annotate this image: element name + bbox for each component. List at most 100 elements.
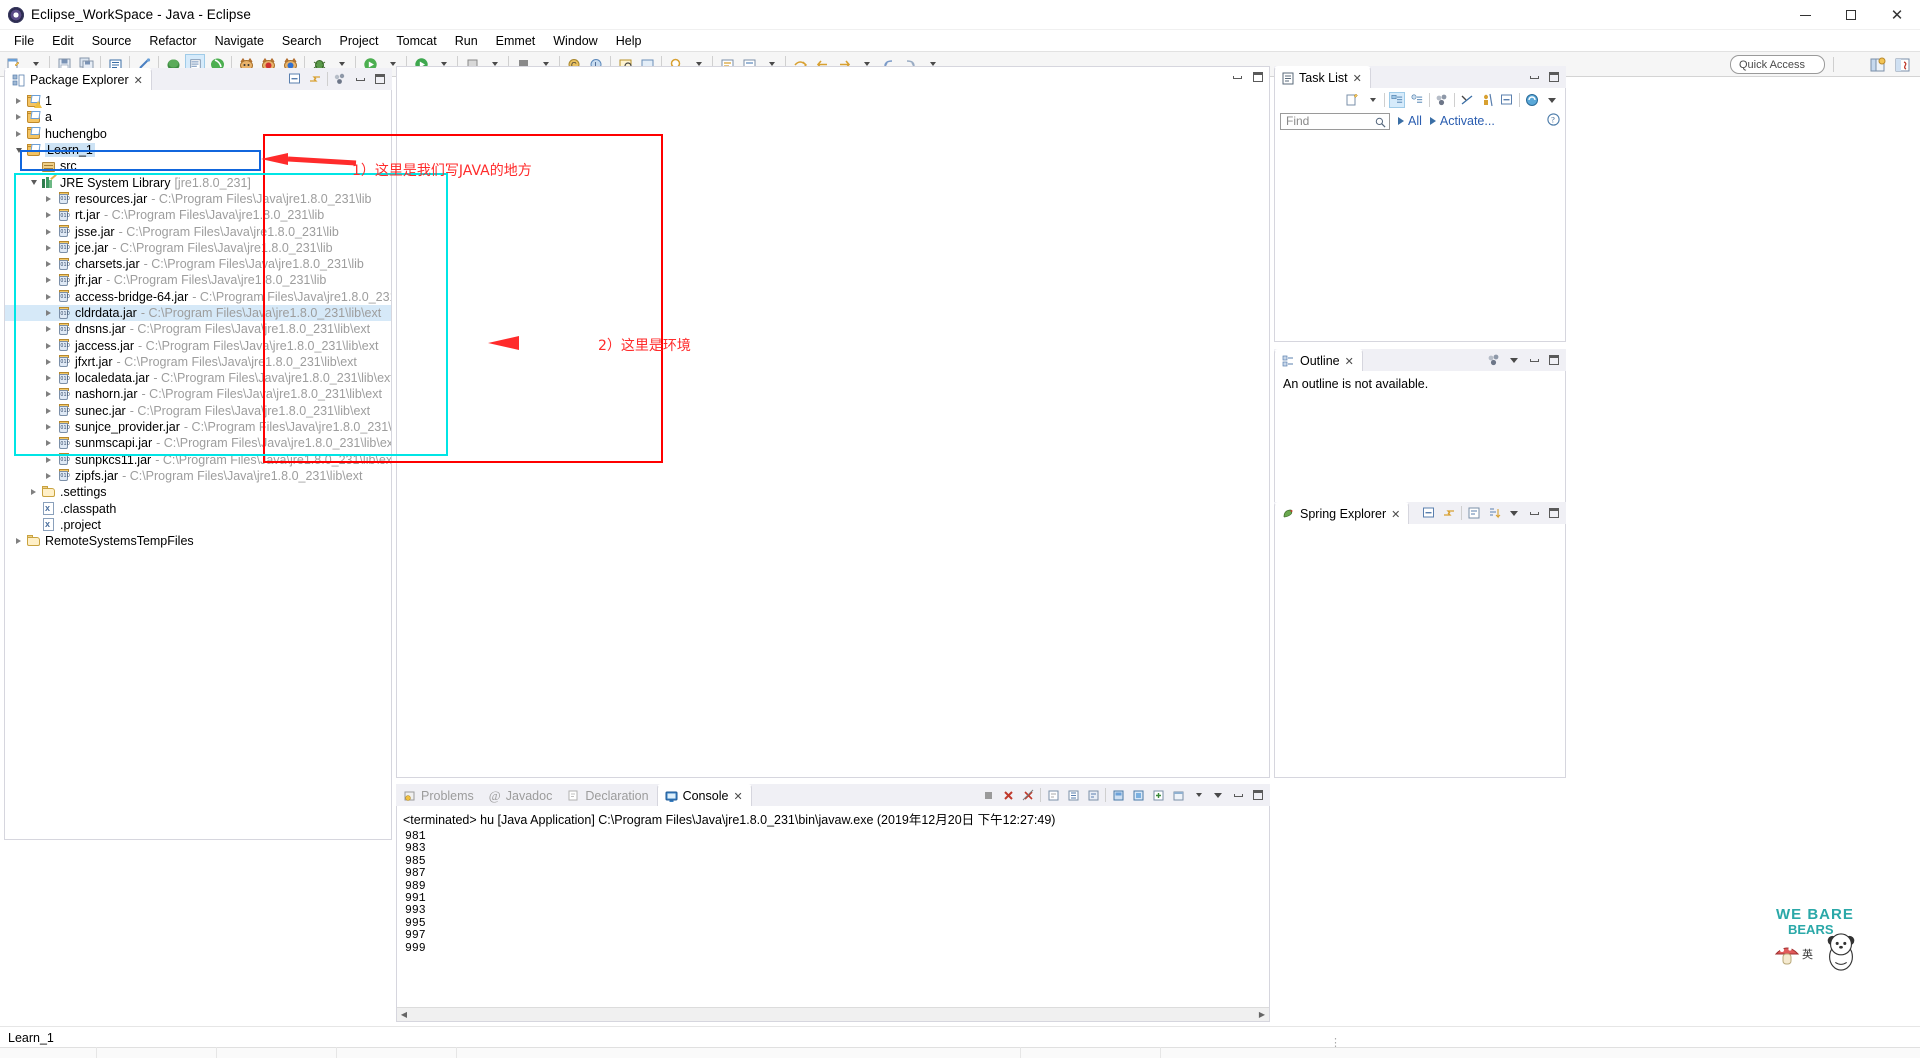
editor-minimize-icon[interactable] xyxy=(1229,69,1245,85)
chevron-right-icon[interactable] xyxy=(43,226,54,237)
new-console-view-icon[interactable] xyxy=(1150,787,1166,803)
menu-item-source[interactable]: Source xyxy=(83,32,141,50)
tree-row[interactable]: 010 resources.jar - C:\Program Files\Java\… xyxy=(5,191,391,207)
chevron-right-icon[interactable] xyxy=(43,373,54,384)
link-with-editor-icon[interactable] xyxy=(1441,505,1457,521)
tree-row[interactable]: 010 sunec.jar - C:\Program Files\Java\jre1… xyxy=(5,403,391,419)
tree-row[interactable]: 010 nashorn.jar - C:\Program Files\Java\jr… xyxy=(5,386,391,402)
view-menu-icon[interactable] xyxy=(1506,505,1522,521)
maximize-icon[interactable] xyxy=(1546,352,1562,368)
chevron-right-icon[interactable] xyxy=(13,536,24,547)
menu-item-navigate[interactable]: Navigate xyxy=(206,32,273,50)
menu-item-help[interactable]: Help xyxy=(607,32,651,50)
maximize-icon[interactable] xyxy=(1546,505,1562,521)
quick-access-input[interactable]: Quick Access xyxy=(1730,55,1825,74)
task-find-input[interactable]: Find xyxy=(1280,112,1390,130)
scroll-left-icon[interactable]: ◀ xyxy=(397,1008,411,1021)
maximize-button[interactable] xyxy=(1828,0,1874,30)
menu-item-search[interactable]: Search xyxy=(273,32,331,50)
chevron-down-icon[interactable] xyxy=(13,145,24,156)
close-icon[interactable]: ✕ xyxy=(1345,355,1354,368)
tree-row[interactable]: 010 jsse.jar - C:\Program Files\Java\jre1.… xyxy=(5,223,391,239)
maximize-icon[interactable] xyxy=(1250,787,1266,803)
filter-completed-tasks-icon[interactable] xyxy=(1459,92,1475,108)
filter-icon[interactable] xyxy=(1466,505,1482,521)
pin-console-icon[interactable] xyxy=(1110,787,1126,803)
chevron-right-icon[interactable] xyxy=(43,340,54,351)
tree-row[interactable]: 010 charsets.jar - C:\Program Files\Java\j… xyxy=(5,256,391,272)
display-selected-console-icon[interactable] xyxy=(1130,787,1146,803)
focus-icon[interactable] xyxy=(1486,352,1502,368)
filter-expand-icon[interactable] xyxy=(1398,117,1404,125)
tab-declaration[interactable]: Declaration xyxy=(560,784,657,806)
tree-row[interactable]: x .project xyxy=(5,517,391,533)
collapse-all-icon[interactable] xyxy=(287,71,303,87)
word-wrap-icon[interactable] xyxy=(1085,787,1101,803)
menu-item-project[interactable]: Project xyxy=(331,32,388,50)
close-button[interactable]: ✕ xyxy=(1874,0,1920,30)
taskbar-segment[interactable] xyxy=(1020,1047,1160,1058)
taskbar-segment[interactable] xyxy=(96,1047,216,1058)
tree-row[interactable]: 010 rt.jar - C:\Program Files\Java\jre1.8.… xyxy=(5,207,391,223)
chevron-right-icon[interactable] xyxy=(13,96,24,107)
chevron-right-icon[interactable] xyxy=(43,259,54,270)
synchronize-changed-icon[interactable] xyxy=(1524,92,1540,108)
focus-on-workweek-icon[interactable] xyxy=(1434,92,1450,108)
tree-row[interactable]: src xyxy=(5,158,391,174)
tree-row[interactable]: 010 cldrdata.jar - C:\Program Files\Java\j… xyxy=(5,304,391,322)
console-horizontal-scrollbar[interactable]: ◀ ▶ xyxy=(397,1007,1269,1021)
minimize-icon[interactable] xyxy=(1230,787,1246,803)
tree-row[interactable]: 1 xyxy=(5,93,391,109)
sort-icon[interactable] xyxy=(1486,505,1502,521)
categorized-presentation-icon[interactable] xyxy=(1389,92,1405,108)
minimize-icon[interactable] xyxy=(352,71,368,87)
tree-row[interactable]: 010 sunpkcs11.jar - C:\Program Files\Java\… xyxy=(5,452,391,468)
menu-item-window[interactable]: Window xyxy=(544,32,606,50)
tab-javadoc[interactable]: @ Javadoc xyxy=(481,784,561,806)
chevron-right-icon[interactable] xyxy=(43,454,54,465)
package-explorer-tree[interactable]: 1 a huchengbo Learn_1 src JRE System Library[… xyxy=(5,90,391,549)
chevron-down-icon[interactable] xyxy=(28,177,39,188)
tree-row[interactable]: 010 localedata.jar - C:\Program Files\Java… xyxy=(5,370,391,386)
tree-row[interactable]: 010 jfxrt.jar - C:\Program Files\Java\jre1… xyxy=(5,354,391,370)
terminate-icon[interactable] xyxy=(980,787,996,803)
chevron-right-icon[interactable] xyxy=(43,405,54,416)
maximize-icon[interactable] xyxy=(372,71,388,87)
tree-row[interactable]: 010 jaccess.jar - C:\Program Files\Java\jr… xyxy=(5,337,391,353)
collapse-all-icon[interactable] xyxy=(1499,92,1515,108)
console-body[interactable]: <terminated> hu [Java Application] C:\Pr… xyxy=(396,806,1270,1022)
open-perspective-icon[interactable] xyxy=(1867,55,1889,75)
chevron-right-icon[interactable] xyxy=(43,356,54,367)
new-task-dropdown-icon[interactable] xyxy=(1364,92,1380,108)
tab-console[interactable]: Console ✕ xyxy=(656,784,752,806)
chevron-right-icon[interactable] xyxy=(43,324,54,335)
tab-outline[interactable]: Outline ✕ xyxy=(1274,349,1363,371)
close-icon[interactable]: ✕ xyxy=(1391,508,1400,521)
new-task-icon[interactable] xyxy=(1344,92,1360,108)
tree-row[interactable]: 010 jce.jar - C:\Program Files\Java\jre1.8… xyxy=(5,240,391,256)
chevron-right-icon[interactable] xyxy=(43,308,54,319)
chevron-right-icon[interactable] xyxy=(28,487,39,498)
tree-row[interactable]: JRE System Library [jre1.8.0_231] xyxy=(5,174,391,190)
tab-task-list[interactable]: Task List ✕ xyxy=(1274,66,1371,88)
menu-item-run[interactable]: Run xyxy=(446,32,487,50)
tree-row[interactable]: huchengbo xyxy=(5,126,391,142)
tree-row[interactable]: a xyxy=(5,109,391,125)
tab-problems[interactable]: Problems xyxy=(396,784,482,806)
taskbar-segment[interactable] xyxy=(216,1047,336,1058)
chevron-right-icon[interactable] xyxy=(43,193,54,204)
remove-launch-icon[interactable] xyxy=(1000,787,1016,803)
tab-spring-explorer[interactable]: Spring Explorer ✕ xyxy=(1274,502,1410,524)
chevron-right-icon[interactable] xyxy=(43,438,54,449)
scroll-lock-icon[interactable] xyxy=(1065,787,1081,803)
chevron-right-icon[interactable] xyxy=(43,210,54,221)
open-console-dropdown-icon[interactable] xyxy=(1190,787,1206,803)
tree-row[interactable]: x .classpath xyxy=(5,500,391,516)
chevron-right-icon[interactable] xyxy=(13,128,24,139)
minimize-icon[interactable] xyxy=(1526,505,1542,521)
minimize-icon[interactable] xyxy=(1526,69,1542,85)
ime-indicator[interactable]: 英 xyxy=(1802,946,1813,962)
close-icon[interactable]: ✕ xyxy=(134,74,143,87)
tree-row[interactable]: 010 jfr.jar - C:\Program Files\Java\jre1.8… xyxy=(5,272,391,288)
view-menu-icon[interactable] xyxy=(332,71,348,87)
